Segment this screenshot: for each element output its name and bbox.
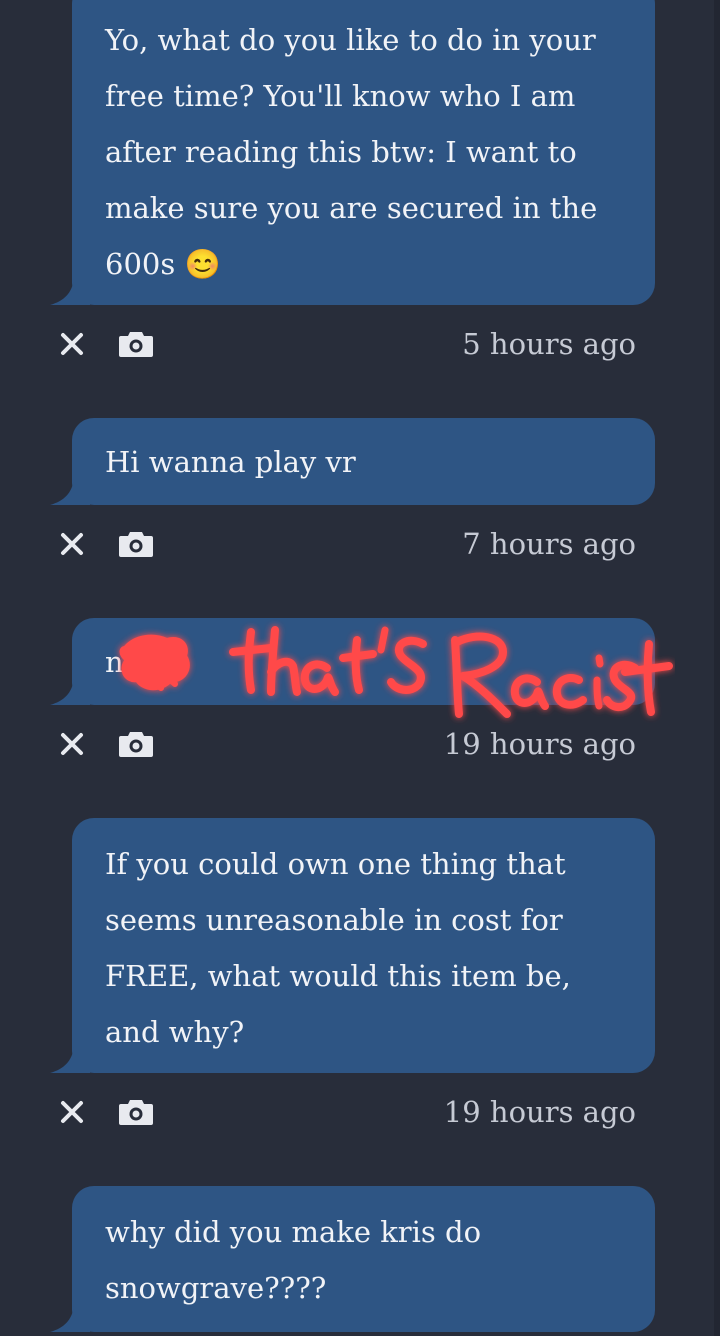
- message-text: n: [105, 645, 124, 679]
- message-text-content: Yo, what do you like to do in your free …: [105, 23, 598, 281]
- delete-button[interactable]: [56, 528, 88, 560]
- message-actions: 19 hours ago: [0, 722, 720, 766]
- message-text: Hi wanna play vr: [105, 445, 356, 479]
- screenshot-button[interactable]: [118, 528, 154, 560]
- bubble-tail: [50, 479, 90, 505]
- screenshot-button[interactable]: [118, 728, 154, 760]
- message-actions: 7 hours ago: [0, 522, 720, 566]
- close-icon: [61, 333, 83, 355]
- camera-icon: [119, 532, 153, 557]
- bubble-tail: [50, 1047, 90, 1073]
- bubble-tail: [50, 1306, 90, 1332]
- message-bubble: n: [50, 618, 655, 705]
- camera-icon: [119, 332, 153, 357]
- message-feed: Yo, what do you like to do in your free …: [0, 0, 720, 1336]
- timestamp: 7 hours ago: [462, 527, 636, 561]
- message-bubble: If you could own one thing that seems un…: [50, 818, 655, 1073]
- message-bubble: why did you make kris do snowgrave????: [50, 1186, 655, 1332]
- timestamp: 5 hours ago: [462, 327, 636, 361]
- message-actions: 19 hours ago: [0, 1090, 720, 1134]
- delete-button[interactable]: [56, 1096, 88, 1128]
- timestamp: 19 hours ago: [443, 727, 636, 761]
- bubble-tail: [50, 679, 90, 705]
- bubble-tail: [50, 279, 90, 305]
- message-text: If you could own one thing that seems un…: [105, 847, 571, 1049]
- message-actions: 5 hours ago: [0, 322, 720, 366]
- smiling-face-emoji: 😊: [184, 247, 221, 281]
- close-icon: [61, 1101, 83, 1123]
- screenshot-button[interactable]: [118, 328, 154, 360]
- close-icon: [61, 533, 83, 555]
- scroll-edge: [714, 0, 720, 1336]
- message-text: why did you make kris do snowgrave????: [105, 1215, 482, 1305]
- timestamp: 19 hours ago: [443, 1095, 636, 1129]
- delete-button[interactable]: [56, 328, 88, 360]
- camera-icon: [119, 732, 153, 757]
- message-bubble: Hi wanna play vr: [50, 418, 655, 505]
- camera-icon: [119, 1100, 153, 1125]
- message-bubble: Yo, what do you like to do in your free …: [50, 0, 655, 305]
- close-icon: [61, 733, 83, 755]
- delete-button[interactable]: [56, 728, 88, 760]
- message-text: Yo, what do you like to do in your free …: [105, 0, 625, 292]
- screenshot-button[interactable]: [118, 1096, 154, 1128]
